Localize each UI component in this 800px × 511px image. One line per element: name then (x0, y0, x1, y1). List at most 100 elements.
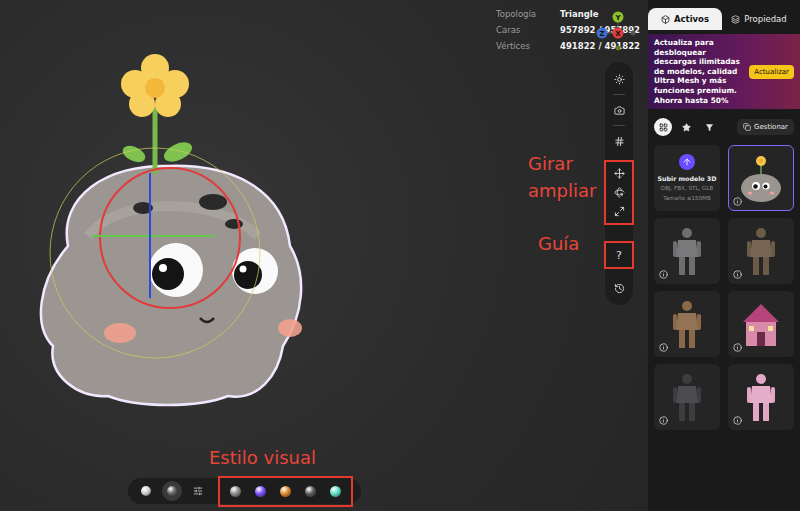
info-icon[interactable] (733, 343, 742, 352)
upgrade-button[interactable]: Actualizar (749, 65, 794, 79)
reset-icon (614, 283, 625, 294)
move-icon (614, 168, 625, 179)
svg-text:X: X (615, 30, 621, 38)
reset-button[interactable] (608, 277, 630, 299)
assets-icon (661, 15, 670, 24)
model-thumbnail (661, 369, 713, 425)
model-preview[interactable] (28, 46, 318, 418)
model-thumbnail (735, 223, 787, 279)
stat-label: Vértices (496, 41, 560, 51)
model-card[interactable] (654, 291, 720, 357)
zoom-icon (614, 206, 625, 217)
sphere-icon (141, 486, 151, 496)
adjust-icon (614, 136, 625, 147)
filter-group (654, 118, 718, 136)
assets-body: Gestionar Subir modelo 3DOBJ, FBX, STL, G… (648, 109, 800, 438)
rotate-icon (614, 187, 625, 198)
axis-handle[interactable]: X (613, 28, 624, 39)
light-button[interactable] (608, 68, 630, 90)
rotate-button[interactable] (608, 183, 630, 202)
grid-icon (659, 123, 668, 132)
material-styles (218, 476, 353, 507)
filter-row: Gestionar (654, 117, 794, 137)
star-icon (682, 123, 691, 132)
material-button[interactable] (255, 486, 266, 497)
annotation-help: Guía (538, 230, 579, 257)
axis-handle[interactable]: Y (613, 12, 624, 23)
all-filter-button[interactable] (654, 118, 672, 136)
sliders-icon (193, 486, 203, 496)
stat-label: Caras (496, 25, 560, 35)
material-icon (330, 486, 341, 497)
model-grid: Subir modelo 3DOBJ, FBX, STL, GLBTamaño … (654, 145, 794, 430)
material-button[interactable] (330, 486, 341, 497)
material-button[interactable] (280, 486, 291, 497)
manage-icon (743, 123, 751, 131)
zoom-button[interactable] (608, 202, 630, 221)
help-button[interactable]: ? (608, 245, 630, 265)
material-icon (230, 486, 241, 497)
upload-icon (679, 154, 695, 170)
info-icon[interactable] (659, 343, 668, 352)
model-card[interactable] (728, 364, 794, 430)
info-icon[interactable] (659, 416, 668, 425)
axis-gizmo[interactable]: Y Z X (596, 8, 640, 54)
material-button[interactable] (305, 486, 316, 497)
settings-button[interactable] (188, 481, 208, 501)
panel-tab[interactable]: Propiedad (722, 8, 796, 30)
side-panel: ActivosPropiedad Actualiza para desbloque… (648, 0, 800, 511)
model-card[interactable] (728, 218, 794, 284)
model-card[interactable] (654, 218, 720, 284)
flower (121, 54, 189, 117)
camera-button[interactable] (608, 99, 630, 121)
info-icon[interactable] (733, 416, 742, 425)
light-icon (614, 74, 625, 85)
info-icon[interactable] (733, 197, 742, 206)
model-thumbnail (735, 150, 787, 206)
material-button[interactable] (230, 486, 241, 497)
stat-label: Topología (496, 9, 560, 19)
panel-tabs: ActivosPropiedad (648, 8, 796, 30)
properties-icon (731, 15, 740, 24)
material-icon (255, 486, 266, 497)
toolbar-separator (613, 125, 625, 126)
toolbar-separator (613, 94, 625, 95)
adjust-button[interactable] (608, 130, 630, 152)
shading-button[interactable] (136, 481, 156, 501)
material-icon (305, 486, 316, 497)
svg-text:Y: Y (614, 14, 621, 22)
manage-button[interactable]: Gestionar (737, 119, 794, 135)
app: TopologíaTriangleCaras957892 / 957892Vér… (0, 0, 800, 511)
svg-text:Z: Z (599, 30, 604, 38)
view-toolbar: ? (605, 62, 633, 305)
material-icon (280, 486, 291, 497)
help-group: ? (604, 241, 634, 269)
model-thumbnail (735, 296, 787, 352)
model-card[interactable] (728, 291, 794, 357)
stat-value: 491822 / 491822 (560, 41, 640, 51)
viewport[interactable]: TopologíaTriangleCaras957892 / 957892Vér… (0, 0, 648, 511)
annotation-style: Estilo visual (209, 444, 316, 471)
favorites-filter-button[interactable] (677, 118, 695, 136)
camera-icon (614, 105, 625, 116)
info-icon[interactable] (659, 270, 668, 279)
annotation-transform: Girarampliar (528, 150, 596, 204)
info-icon[interactable] (733, 270, 742, 279)
transform-group (604, 160, 634, 225)
filter-filter-button[interactable] (700, 118, 718, 136)
model-thumbnail (735, 369, 787, 425)
move-button[interactable] (608, 164, 630, 183)
axis-handle[interactable]: Z (597, 28, 608, 39)
upload-card[interactable]: Subir modelo 3DOBJ, FBX, STL, GLBTamaño … (654, 145, 720, 211)
filter-icon (705, 123, 714, 132)
sphere-icon (167, 486, 177, 496)
upgrade-text: Actualiza para desbloquear descargas ili… (654, 38, 745, 105)
stat-value: Triangle (560, 9, 640, 19)
model-card[interactable] (654, 364, 720, 430)
panel-tab[interactable]: Activos (648, 8, 722, 30)
model-thumbnail (661, 223, 713, 279)
model-thumbnail (661, 296, 713, 352)
shading-button[interactable] (162, 481, 182, 501)
model-card[interactable] (728, 145, 794, 211)
render-bar (128, 478, 361, 504)
